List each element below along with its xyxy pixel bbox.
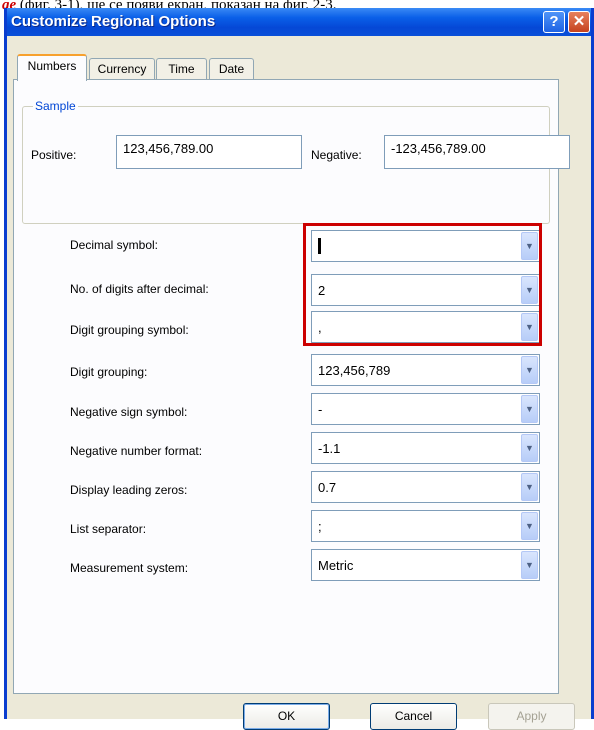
sample-group-label: Sample — [33, 99, 78, 113]
measurement-system-value: Metric — [318, 558, 354, 573]
list-separator-select[interactable]: ; ▼ — [311, 510, 540, 542]
chevron-down-icon[interactable]: ▼ — [521, 276, 538, 304]
digit-grouping-label: Digit grouping: — [70, 365, 148, 379]
tab-time[interactable]: Time — [156, 58, 207, 80]
chevron-down-icon[interactable]: ▼ — [521, 395, 538, 423]
ok-button[interactable]: OK — [243, 703, 330, 730]
chevron-down-icon[interactable]: ▼ — [521, 473, 538, 501]
list-separator-label: List separator: — [70, 522, 147, 536]
chevron-down-icon[interactable]: ▼ — [521, 232, 538, 260]
display-leading-zeros-select[interactable]: 0.7 ▼ — [311, 471, 540, 503]
digit-grouping-symbol-value: , — [318, 320, 322, 335]
text-caret — [318, 238, 321, 254]
negative-sign-symbol-select[interactable]: - ▼ — [311, 393, 540, 425]
negative-number-format-label: Negative number format: — [70, 444, 203, 458]
chevron-down-icon[interactable]: ▼ — [521, 434, 538, 462]
positive-sample-field: 123,456,789.00 — [116, 135, 302, 169]
display-leading-zeros-label: Display leading zeros: — [70, 483, 188, 497]
digit-grouping-symbol-label: Digit grouping symbol: — [70, 323, 189, 337]
digits-after-decimal-select[interactable]: 2 ▼ — [311, 274, 540, 306]
negative-number-format-select[interactable]: -1.1 ▼ — [311, 432, 540, 464]
tab-date[interactable]: Date — [209, 58, 254, 80]
chevron-down-icon[interactable]: ▼ — [521, 551, 538, 579]
chevron-down-icon[interactable]: ▼ — [521, 313, 538, 341]
negative-sign-symbol-value: - — [318, 402, 323, 417]
help-button[interactable]: ? — [543, 11, 565, 33]
digit-grouping-value: 123,456,789 — [318, 363, 391, 378]
chevron-down-icon[interactable]: ▼ — [521, 356, 538, 384]
list-separator-value: ; — [318, 519, 322, 534]
negative-label: Negative: — [311, 148, 362, 162]
negative-number-format-value: -1.1 — [318, 441, 341, 456]
digits-after-decimal-label: No. of digits after decimal: — [70, 282, 209, 296]
positive-label: Positive: — [31, 148, 77, 162]
measurement-system-select[interactable]: Metric ▼ — [311, 549, 540, 581]
measurement-system-label: Measurement system: — [70, 561, 189, 575]
decimal-symbol-label: Decimal symbol: — [70, 238, 159, 252]
negative-sign-symbol-label: Negative sign symbol: — [70, 405, 188, 419]
title-bar[interactable]: Customize Regional Options ? ✕ — [7, 8, 591, 36]
digit-grouping-select[interactable]: 123,456,789 ▼ — [311, 354, 540, 386]
negative-sample-field: -123,456,789.00 — [384, 135, 570, 169]
tab-numbers[interactable]: Numbers — [17, 54, 87, 81]
digits-after-decimal-value: 2 — [318, 283, 326, 298]
apply-button[interactable]: Apply — [488, 703, 575, 730]
digit-grouping-symbol-select[interactable]: , ▼ — [311, 311, 540, 343]
decimal-symbol-select[interactable]: ▼ — [311, 230, 540, 262]
tab-currency[interactable]: Currency — [89, 58, 155, 80]
display-leading-zeros-value: 0.7 — [318, 480, 337, 495]
close-button[interactable]: ✕ — [568, 11, 590, 33]
window-title: Customize Regional Options — [11, 13, 216, 30]
cancel-button[interactable]: Cancel — [370, 703, 457, 730]
chevron-down-icon[interactable]: ▼ — [521, 512, 538, 540]
